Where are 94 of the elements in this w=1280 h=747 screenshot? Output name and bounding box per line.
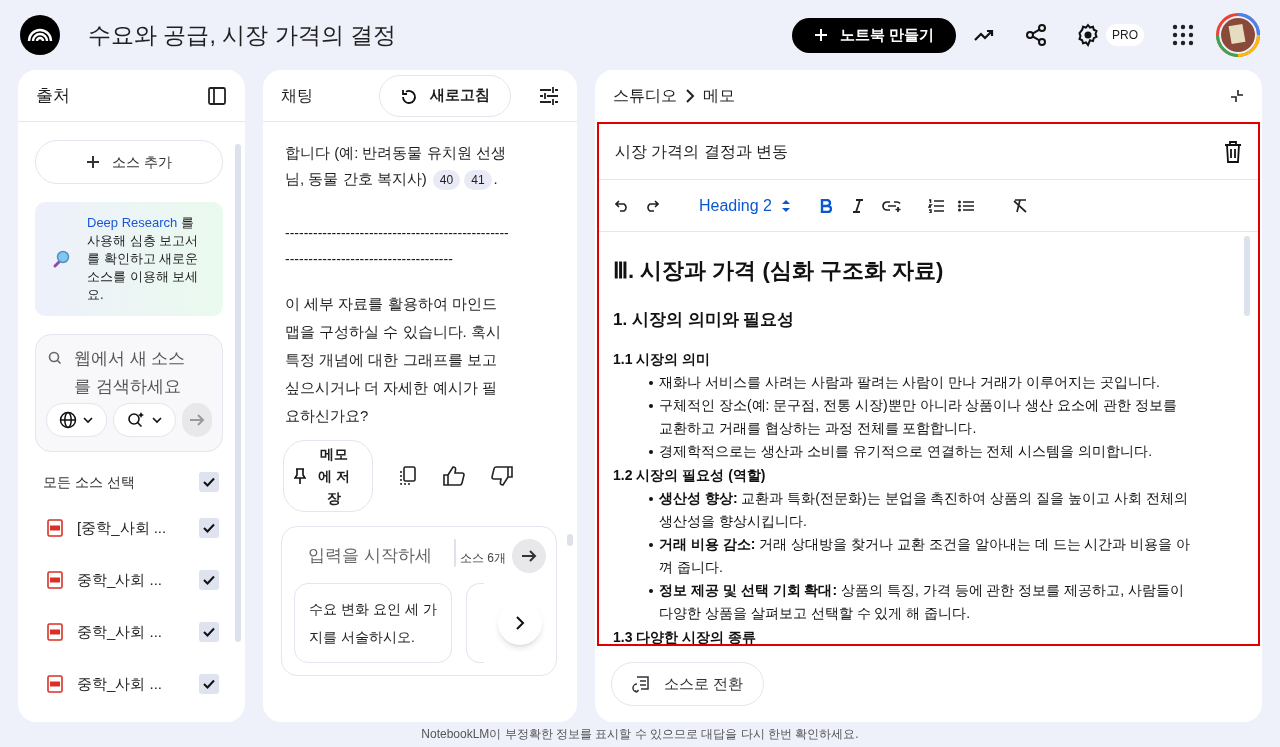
pin-icon [294, 468, 306, 484]
plus-icon [813, 28, 828, 42]
source-count: 소스 6개 [460, 550, 506, 567]
bullet-text: 경제학적으로는 생산과 소비를 유기적으로 연결하는 전체 시스템을 의미합니다. [659, 441, 1153, 461]
source-name[interactable]: 중학_사회 ... [77, 620, 185, 644]
source-name[interactable]: 중학_사회 ... [77, 672, 185, 696]
scrollbar[interactable] [1244, 236, 1250, 316]
bullet-list-icon[interactable] [957, 199, 974, 212]
content-heading: Ⅲ. 시장과 가격 (심화 구조화 자료) [613, 257, 945, 285]
checkbox[interactable] [199, 472, 219, 492]
magnifier-icon [51, 249, 71, 269]
research-mode-dropdown[interactable] [112, 403, 176, 437]
convert-icon [632, 675, 650, 693]
caret-icon [83, 415, 94, 425]
bullet-text: 정보 제공 및 선택 기회 확대: 상품의 특징, 가격 등에 관한 정보를 제공하고, 사람들이 다양한 상품을 살펴보고 선택할 수 있게 해 줍니다. [659, 580, 1186, 623]
checkbox[interactable] [199, 622, 219, 642]
save-to-note-button[interactable]: 메모에 저장 [283, 440, 373, 512]
disclaimer-text: NotebookLM이 부정확한 정보를 표시할 수 있으므로 대답을 다시 한번 확인하세요. [420, 726, 860, 743]
subsection-heading: 1.2 시장의 필요성 (역할) [613, 465, 767, 485]
bullet-text: 생산성 향상: 교환과 특화(전문화)는 분업을 촉진하여 상품의 질을 높이고 사회 전체의 생산성을 향상시킵니다. [659, 488, 1189, 531]
create-notebook-button[interactable]: 노트북 만들기 [791, 17, 956, 53]
promo-text: Deep Research 를 사용해 심층 보고서를 확인하고 새로운 소스를 이용해 보세요. [87, 214, 200, 304]
note-title: 시장 가격의 결정과 변동 [615, 141, 789, 162]
source-name[interactable]: [중학_사회 ... [77, 516, 185, 540]
redo-icon[interactable] [645, 199, 659, 212]
tune-icon[interactable] [539, 86, 559, 105]
plus-icon [86, 155, 101, 169]
trash-icon[interactable] [1224, 140, 1242, 163]
suggestion-chip[interactable]: 수요 변화 요인 세 가지를 서술하시오. [294, 583, 452, 663]
sidebar-toggle-icon[interactable] [207, 85, 227, 106]
search-field[interactable]: 웹에서 새 소스를 검색하세요 [74, 345, 192, 401]
panel-title: 출처 [36, 84, 70, 107]
section-heading: 1. 시장의 의미와 필요성 [613, 309, 796, 331]
chat-input-field[interactable]: 입력을 시작하세 [308, 543, 448, 569]
message-text: 합니다 (예: 반려동물 유치원 선생님, 동물 간호 복지사) 40 41 . [285, 140, 511, 192]
copy-icon[interactable] [399, 466, 417, 486]
numbered-list-icon[interactable] [927, 198, 944, 213]
panel-title: 채팅 [281, 85, 313, 106]
avatar-icon[interactable] [1216, 13, 1260, 57]
bullet-icon [649, 588, 653, 593]
checkbox[interactable] [199, 674, 219, 694]
thumbs-up-icon[interactable] [443, 466, 465, 486]
subsection-heading: 1.3 다양한 시장의 종류 [613, 627, 758, 644]
bullet-text: 구체적인 장소(예: 문구점, 전통 시장)뿐만 아니라 상품이나 생산 요소에 관한 정보를 교환하고 거래를 협상하는 과정 전체를 포함합니다. [659, 395, 1178, 438]
pdf-icon [47, 519, 63, 537]
bullet-icon [649, 449, 653, 454]
logo-icon [20, 15, 60, 55]
text-style-dropdown[interactable]: Heading 2 [699, 193, 790, 218]
submit-button[interactable] [181, 403, 212, 437]
share-icon[interactable] [1024, 23, 1048, 47]
link-icon[interactable] [881, 199, 902, 212]
bullet-icon [649, 542, 653, 547]
bullet-text: 재화나 서비스를 사려는 사람과 팔려는 사람이 만나 거래가 이루어지는 곳입니다. [659, 372, 1160, 392]
notebook-title: 수요와 공급, 시장 가격의 결정 [88, 20, 396, 50]
plan-badge: PRO [1106, 24, 1144, 46]
clear-format-icon[interactable] [1011, 198, 1028, 213]
italic-icon[interactable] [851, 198, 864, 213]
chevron-right-icon [514, 616, 526, 630]
citation-chip[interactable]: 40 [432, 170, 461, 190]
sort-icon [781, 198, 790, 213]
search-box[interactable]: 웹에서 새 소스를 검색하세요 [35, 334, 223, 452]
deep-research-link[interactable]: Deep Research [87, 215, 178, 230]
source-name[interactable]: 중학_사회 ... [77, 568, 185, 592]
globe-icon [59, 411, 78, 429]
settings-icon[interactable] [1076, 23, 1100, 47]
send-button[interactable] [512, 539, 546, 573]
pdf-icon [47, 571, 63, 589]
breadcrumb-link[interactable]: 스튜디오 [613, 84, 677, 108]
web-source-dropdown[interactable] [46, 403, 107, 437]
bullet-icon [649, 403, 653, 408]
subsection-heading: 1.1 시장의 의미 [613, 349, 712, 369]
bold-icon[interactable] [819, 198, 832, 213]
pdf-icon [47, 623, 63, 641]
collapse-icon[interactable] [1230, 89, 1244, 103]
search-icon [48, 351, 62, 365]
checkbox[interactable] [199, 570, 219, 590]
divider-text: ------------------------------------------------------------------------------------ [285, 224, 510, 269]
pdf-icon [47, 675, 63, 693]
thumbs-down-icon[interactable] [491, 466, 513, 486]
message-text: 이 세부 자료를 활용하여 마인드맵을 구성하실 수 있습니다. 혹시 특정 개념에 대한 그래프를 보고 싶으시거나 더 자세한 예시가 필요하신가요? [285, 294, 502, 426]
citation-chip[interactable]: 41 [464, 170, 492, 190]
apps-icon[interactable] [1172, 24, 1194, 46]
scrollbar[interactable] [454, 539, 456, 567]
select-all-label: 모든 소스 선택 [43, 472, 135, 492]
breadcrumb-current: 메모 [703, 86, 735, 106]
scrollbar[interactable] [235, 144, 241, 642]
caret-icon [152, 415, 163, 425]
bullet-icon [649, 380, 653, 385]
checkbox[interactable] [199, 518, 219, 538]
bullet-text: 거래 비용 감소: 거래 상대방을 찾거나 교환 조건을 알아내는 데 드는 시간과 비용을 아껴 줍니다. [659, 534, 1192, 577]
bullet-icon [649, 496, 653, 501]
chevron-right-icon [685, 89, 695, 103]
scrollbar[interactable] [567, 534, 573, 546]
undo-icon[interactable] [615, 199, 629, 212]
